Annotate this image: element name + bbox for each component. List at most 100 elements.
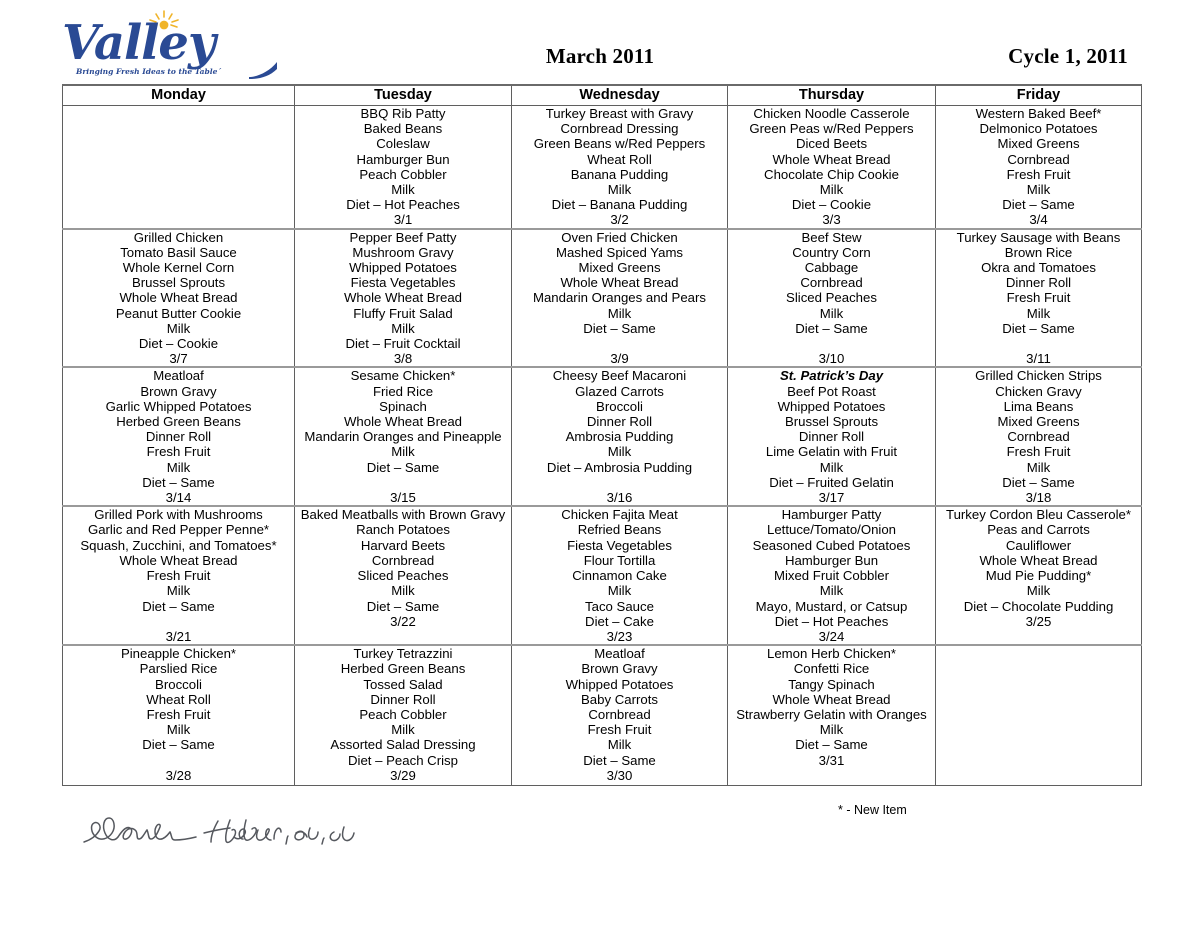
menu-item: Assorted Salad Dressing bbox=[330, 737, 476, 753]
menu-item: Whipped Potatoes bbox=[349, 260, 457, 276]
menu-item: Whole Wheat Bread bbox=[343, 290, 462, 306]
menu-item: Whole Wheat Bread bbox=[119, 552, 238, 568]
menu-item: Milk bbox=[819, 583, 844, 599]
menu-item: Delmonico Potatoes bbox=[979, 121, 1098, 137]
menu-item: Dinner Roll bbox=[370, 691, 436, 707]
menu-item: Fresh Fruit bbox=[587, 722, 652, 738]
menu-item: Diced Beets bbox=[795, 136, 868, 152]
menu-item: Diet – Cake bbox=[585, 613, 654, 629]
menu-item: Fresh Fruit bbox=[146, 444, 211, 460]
page-header: Valley Bringing Fresh Ideas to the Table… bbox=[0, 0, 1200, 84]
menu-item: Brown Rice bbox=[1004, 244, 1073, 260]
day-date: 3/31 bbox=[818, 752, 845, 768]
menu-item: Diet – Same bbox=[1002, 474, 1075, 490]
menu-item: Milk bbox=[819, 182, 844, 198]
menu-item: Cornbread bbox=[800, 275, 863, 291]
day-date: 3/8 bbox=[393, 351, 413, 367]
day-cell-thursday: St. Patrick’s Day Beef Pot Roast Whipped P… bbox=[727, 366, 936, 507]
menu-item: Fiesta Vegetables bbox=[567, 537, 672, 553]
day-cell-monday: Meatloaf Brown Gravy Garlic Whipped Potato… bbox=[62, 366, 295, 507]
menu-item: Diet – Hot Peaches bbox=[346, 197, 460, 213]
menu-item: Mandarin Oranges and Pineapple bbox=[304, 429, 502, 445]
menu-item: Cornbread bbox=[371, 552, 435, 568]
day-cell-empty bbox=[62, 104, 295, 230]
menu-item: Okra and Tomatoes bbox=[981, 260, 1096, 276]
menu-item: Diet – Ambrosia Pudding bbox=[546, 459, 693, 475]
menu-item: Meatloaf bbox=[594, 646, 645, 662]
menu-item: Brussel Sprouts bbox=[131, 275, 226, 291]
day-date: 3/11 bbox=[1026, 351, 1051, 367]
calendar-header-row: Monday Tuesday Wednesday Thursday Friday bbox=[62, 84, 1142, 106]
menu-item: Baby Carrots bbox=[581, 691, 658, 707]
menu-item: Cabbage bbox=[804, 260, 859, 276]
menu-item: Milk bbox=[607, 305, 632, 321]
menu-item: Peach Cobbler bbox=[359, 706, 447, 722]
menu-item: Diet – Banana Pudding bbox=[551, 197, 688, 213]
menu-item: Diet – Same bbox=[142, 474, 215, 490]
day-cell-monday: Grilled Pork with Mushrooms Garlic and Re… bbox=[62, 505, 295, 646]
menu-item: Cinnamon Cake bbox=[572, 568, 667, 584]
menu-item: Flour Tortilla bbox=[583, 552, 656, 568]
menu-item: Milk bbox=[166, 722, 191, 738]
menu-item: Turkey Sausage with Beans bbox=[956, 229, 1121, 245]
menu-item: Sesame Chicken* bbox=[350, 368, 456, 384]
menu-item: Mayo, Mustard, or Catsup bbox=[755, 598, 908, 614]
menu-spacer bbox=[63, 614, 294, 629]
calendar-table: Monday Tuesday Wednesday Thursday Friday… bbox=[62, 84, 1142, 786]
menu-item: Whole Wheat Bread bbox=[772, 691, 891, 707]
menu-item: Chicken Gravy bbox=[995, 383, 1082, 399]
menu-item: Lemon Herb Chicken* bbox=[766, 646, 896, 662]
menu-item: Milk bbox=[819, 459, 844, 475]
menu-item: Diet – Fruit Cocktail bbox=[345, 336, 461, 352]
menu-item: Cornbread Dressing bbox=[560, 121, 679, 137]
menu-item: Milk bbox=[1026, 182, 1051, 198]
menu-item: Whole Wheat Bread bbox=[560, 275, 679, 291]
menu-item: Spinach bbox=[379, 398, 427, 414]
menu-item: Oven Fried Chicken bbox=[561, 229, 678, 245]
menu-item: Cheesy Beef Macaroni bbox=[552, 368, 687, 384]
calendar-week-row: Grilled Chicken Tomato Basil Sauce Whole K… bbox=[62, 227, 1142, 368]
day-date: 3/1 bbox=[393, 212, 413, 228]
menu-item: Taco Sauce bbox=[585, 598, 654, 614]
day-cell-friday: Western Baked Beef* Delmonico Potatoes Mix… bbox=[935, 104, 1142, 230]
day-date: 3/23 bbox=[606, 628, 633, 644]
menu-item: Fresh Fruit bbox=[1006, 166, 1071, 182]
menu-item: Fresh Fruit bbox=[146, 568, 211, 584]
day-date: 3/17 bbox=[818, 490, 845, 506]
menu-item: Diet – Hot Peaches bbox=[774, 613, 889, 629]
menu-item: Squash, Zucchini, and Tomatoes* bbox=[80, 537, 277, 553]
cycle-title: Cycle 1, 2011 bbox=[1008, 44, 1128, 68]
menu-item: Garlic and Red Pepper Penne* bbox=[87, 522, 270, 538]
menu-item: Seasoned Cubed Potatoes bbox=[752, 537, 911, 553]
menu-item: Milk bbox=[819, 305, 844, 321]
day-date: 3/24 bbox=[818, 628, 845, 644]
menu-item: Fluffy Fruit Salad bbox=[353, 305, 453, 321]
menu-item: Parslied Rice bbox=[139, 661, 218, 677]
day-date: 3/2 bbox=[610, 212, 629, 228]
new-item-legend: * - New Item bbox=[838, 803, 907, 817]
menu-item: Grilled Chicken bbox=[133, 229, 224, 245]
menu-item: Milk bbox=[166, 583, 191, 599]
menu-item: Chicken Fajita Meat bbox=[561, 507, 678, 523]
menu-item: Green Peas w/Red Peppers bbox=[749, 121, 914, 137]
day-date: 3/25 bbox=[1025, 613, 1052, 629]
day-cell-monday: Grilled Chicken Tomato Basil Sauce Whole K… bbox=[62, 227, 295, 368]
menu-item: Hamburger Patty bbox=[781, 507, 882, 523]
menu-item: Cornbread bbox=[1007, 429, 1070, 445]
column-header-tuesday: Tuesday bbox=[294, 84, 512, 106]
menu-item: Peas and Carrots bbox=[987, 522, 1090, 538]
menu-item: Diet – Same bbox=[795, 737, 868, 753]
menu-item: Dinner Roll bbox=[145, 429, 212, 445]
dietitian-signature bbox=[78, 806, 408, 858]
menu-item: Diet – Fruited Gelatin bbox=[769, 474, 894, 490]
menu-item: Diet – Same bbox=[366, 459, 440, 475]
menu-item: Mixed Greens bbox=[997, 414, 1080, 430]
menu-item: Mixed Greens bbox=[997, 136, 1080, 152]
menu-item: Diet – Cookie bbox=[791, 197, 872, 213]
day-cell-tuesday: Pepper Beef Patty Mushroom Gravy Whipped P… bbox=[294, 227, 512, 368]
menu-item: Confetti Rice bbox=[793, 661, 870, 677]
menu-item: Milk bbox=[1026, 459, 1051, 475]
menu-item: Brown Gravy bbox=[140, 383, 217, 399]
day-date: 3/7 bbox=[169, 351, 188, 367]
menu-item: Whipped Potatoes bbox=[777, 398, 886, 414]
